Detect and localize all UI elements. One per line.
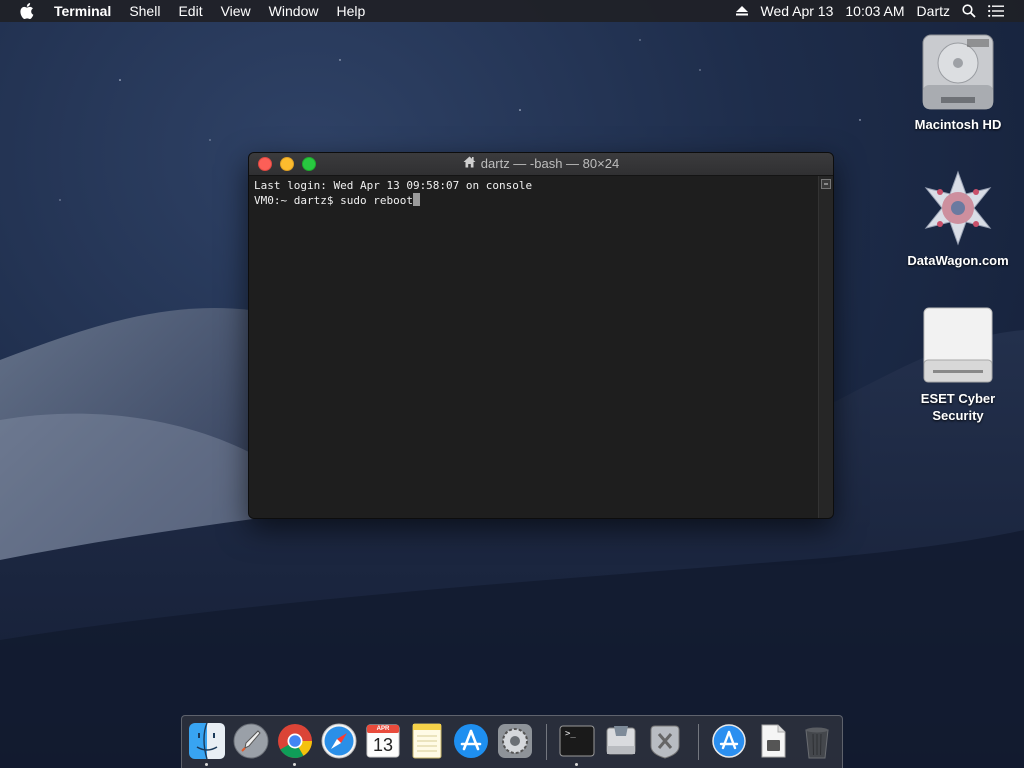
minimize-window-button[interactable] (280, 157, 294, 171)
notification-center-icon[interactable] (982, 5, 1010, 17)
dock-system-preferences[interactable] (496, 722, 534, 760)
menu-time[interactable]: 10:03 AM (839, 0, 910, 22)
scroll-split-button[interactable] (821, 179, 831, 189)
menu-edit[interactable]: Edit (169, 0, 211, 22)
external-drive-icon (918, 306, 998, 386)
eject-icon[interactable] (730, 6, 754, 16)
terminal-scrollbar[interactable] (818, 176, 833, 518)
dock-document[interactable] (754, 722, 792, 760)
menu-view[interactable]: View (212, 0, 260, 22)
safari-icon (321, 723, 357, 759)
desktop-icon-label: ESET Cyber Security (920, 391, 996, 423)
menu-shell[interactable]: Shell (120, 0, 169, 22)
terminal-command: VM0:~ dartz$ sudo reboot (254, 194, 413, 207)
dock-launchpad[interactable] (232, 722, 270, 760)
apple-menu-icon[interactable] (16, 0, 38, 22)
dock-finder[interactable] (188, 722, 226, 766)
menu-app-name[interactable]: Terminal (38, 0, 120, 22)
terminal-prompt-line: VM0:~ dartz$ sudo reboot (254, 193, 814, 208)
dock-calendar[interactable]: APR 13 (364, 722, 402, 760)
terminal-content[interactable]: Last login: Wed Apr 13 09:58:07 on conso… (249, 176, 819, 518)
dock-separator (546, 724, 547, 760)
dock-trash[interactable] (798, 722, 836, 760)
desktop-icon-eset[interactable]: ESET Cyber Security (898, 306, 1018, 424)
menu-user[interactable]: Dartz (911, 0, 956, 22)
app-store-icon (454, 724, 488, 758)
finder-icon (189, 722, 225, 760)
notes-icon (412, 723, 442, 759)
text-cursor (412, 193, 420, 206)
calendar-month: APR (376, 726, 390, 732)
app-store-downloads-icon (712, 724, 746, 758)
terminal-icon (559, 725, 595, 757)
terminal-titlebar[interactable]: dartz — -bash — 80×24 (249, 153, 833, 176)
dock-safari[interactable] (320, 722, 358, 760)
desktop-icon-label: DataWagon.com (907, 253, 1009, 268)
dock-disk-utility[interactable] (602, 722, 640, 760)
home-icon (463, 153, 476, 175)
dock-chrome[interactable] (276, 722, 314, 766)
dock-downloads[interactable] (710, 722, 748, 760)
desktop-icon-datawagon[interactable]: DataWagon.com (898, 168, 1018, 269)
menu-help[interactable]: Help (327, 0, 374, 22)
spotlight-search-icon[interactable] (956, 4, 982, 18)
terminal-line: Last login: Wed Apr 13 09:58:07 on conso… (254, 179, 533, 192)
system-preferences-icon (498, 724, 532, 758)
dock-separator (698, 724, 699, 760)
menu-window[interactable]: Window (260, 0, 328, 22)
directory-utility-icon (650, 725, 680, 759)
terminal-window[interactable]: dartz — -bash — 80×24 Last login: Wed Ap… (248, 152, 834, 519)
trash-icon (805, 727, 829, 759)
desktop-icon-macintosh-hd[interactable]: Macintosh HD (898, 32, 1018, 133)
disk-utility-icon (606, 726, 636, 755)
running-indicator (293, 763, 296, 766)
calendar-day: 13 (372, 735, 394, 755)
datawagon-logo-icon (918, 168, 998, 248)
launchpad-icon (233, 723, 269, 759)
dock-directory-utility[interactable] (646, 722, 684, 760)
close-window-button[interactable] (258, 157, 272, 171)
desktop-icon-label: Macintosh HD (914, 117, 1002, 132)
chrome-icon (278, 724, 312, 758)
running-indicator (205, 763, 208, 766)
hard-drive-icon (918, 32, 998, 112)
menu-bar: Terminal Shell Edit View Window Help Wed… (0, 0, 1024, 22)
document-icon (761, 724, 786, 758)
dock-notes[interactable] (408, 722, 446, 760)
terminal-dock-glyph: >_ (565, 729, 576, 739)
dock: APR 13 >_ (181, 715, 843, 768)
running-indicator (575, 763, 578, 766)
dock-terminal[interactable]: >_ (558, 722, 596, 766)
dock-app-store[interactable] (452, 722, 490, 760)
menu-date[interactable]: Wed Apr 13 (754, 0, 839, 22)
terminal-title: dartz — -bash — 80×24 (480, 156, 620, 171)
maximize-window-button[interactable] (302, 157, 316, 171)
